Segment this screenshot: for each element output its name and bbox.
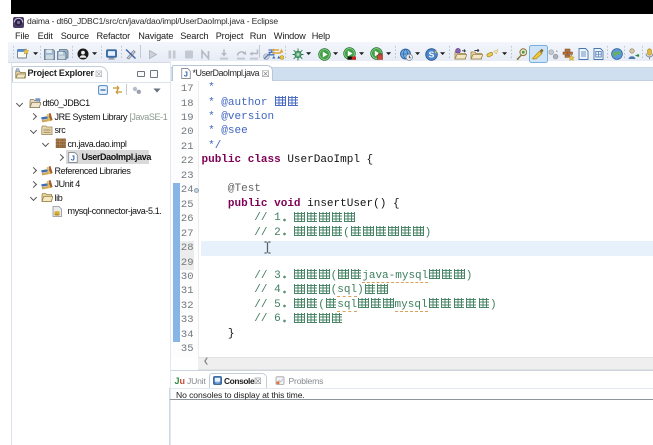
svg-text:S: S	[428, 49, 434, 59]
svg-text:J: J	[183, 70, 187, 79]
svg-text:J: J	[71, 153, 75, 162]
